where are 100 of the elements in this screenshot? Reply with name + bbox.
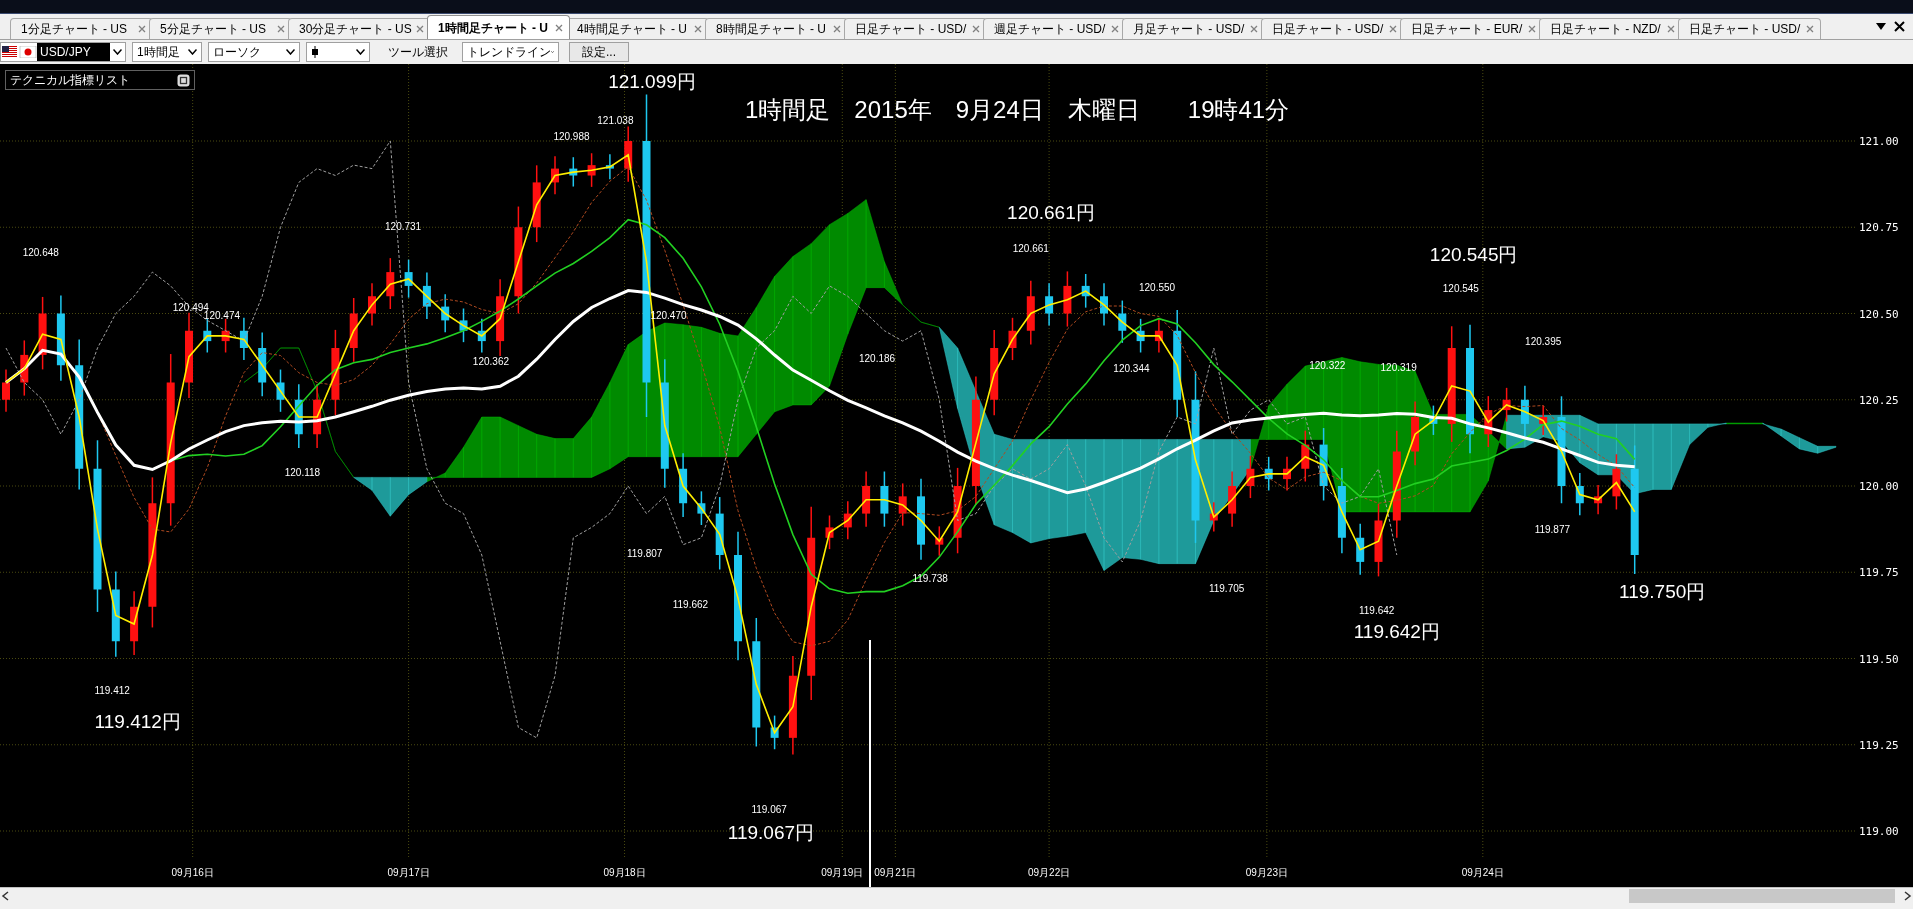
candlestick <box>551 155 559 195</box>
price-label: 120.648 <box>22 247 59 259</box>
axis-label: 09月22日 <box>1027 867 1071 878</box>
price-label: 120.731 <box>385 220 422 232</box>
candlestick <box>1612 453 1621 511</box>
candlestick <box>605 153 614 181</box>
candlestick <box>1100 282 1108 327</box>
candlestick <box>294 383 303 449</box>
candlestick <box>880 470 889 528</box>
candlestick <box>587 152 596 188</box>
chart-type-select[interactable]: ローソク <box>208 42 300 62</box>
candlestick <box>679 452 688 518</box>
candlestick <box>1026 280 1035 346</box>
candlestick <box>935 525 944 557</box>
candlestick <box>1209 501 1218 533</box>
price-label: 119.662 <box>672 598 709 610</box>
scrollbar-thumb[interactable] <box>1629 888 1895 903</box>
candlestick <box>1063 270 1072 328</box>
candlestick <box>1136 318 1145 354</box>
candlestick <box>1539 404 1548 436</box>
candlestick <box>1008 317 1017 361</box>
candlestick <box>1045 282 1054 327</box>
candlestick-icon <box>311 46 319 58</box>
price-label: 120.545円 <box>1429 244 1518 266</box>
axis-label: 121.00 <box>1859 135 1899 148</box>
axis-label: 09月21日 <box>874 867 917 878</box>
caret-icon <box>113 49 122 55</box>
dropdown-icon[interactable] <box>1876 23 1886 30</box>
candlestick <box>898 482 907 527</box>
price-label: 119.750円 <box>1619 581 1706 603</box>
axis-label: 09月24日 <box>1461 867 1504 878</box>
candlestick <box>1520 385 1529 438</box>
price-label: 120.319 <box>1380 362 1417 374</box>
candlestick <box>239 317 248 361</box>
price-label: 119.807 <box>626 548 663 560</box>
candlestick <box>459 307 468 343</box>
candlestick <box>1411 400 1420 467</box>
candlestick <box>770 714 779 750</box>
settings-button[interactable]: 設定... <box>569 42 629 62</box>
candlestick <box>1575 472 1584 517</box>
candlestick <box>221 318 230 354</box>
price-label: 121.099円 <box>608 71 696 93</box>
candlestick <box>624 125 633 183</box>
candlestick <box>313 383 322 449</box>
price-label: 119.412円 <box>94 710 181 732</box>
candlestick <box>1264 456 1273 492</box>
axis-label: 119.00 <box>1859 825 1899 838</box>
tool-select[interactable]: トレンドライン <box>462 42 559 62</box>
axis-label: 09月18日 <box>603 867 646 878</box>
candlestick <box>1228 470 1237 528</box>
price-label: 119.067 <box>751 804 787 816</box>
candlestick <box>1502 387 1511 423</box>
candlestick <box>477 318 486 354</box>
candlestick <box>203 318 212 354</box>
price-label: 120.988 <box>553 130 590 142</box>
candlestick <box>276 368 285 413</box>
caret-icon <box>356 49 365 55</box>
candlestick <box>349 297 358 363</box>
price-label: 120.118 <box>284 466 321 478</box>
tool-label: ツール選択 <box>388 44 448 61</box>
price-label: 119.705 <box>1208 583 1245 595</box>
caret-icon <box>286 49 295 55</box>
candlestick <box>1081 273 1090 309</box>
candle-style-select[interactable] <box>306 42 370 62</box>
candlestick <box>697 490 706 526</box>
candlestick <box>130 590 139 656</box>
candlestick <box>1484 395 1493 448</box>
axis-label: 119.50 <box>1859 652 1899 666</box>
axis-label: 09月16日 <box>171 867 214 878</box>
candlestick <box>843 500 852 540</box>
candlestick <box>825 514 834 550</box>
candlestick <box>441 293 450 333</box>
chart-tab[interactable]: 1時間足チャート - U <box>427 15 570 39</box>
price-label: 121.038 <box>597 114 634 126</box>
price-label: 120.322 <box>1309 360 1346 372</box>
price-label: 120.661円 <box>1007 201 1095 223</box>
candlestick <box>1429 404 1438 436</box>
axis-label: 120.75 <box>1859 221 1899 235</box>
panel-toggle-icon[interactable] <box>177 73 190 87</box>
chart-tab[interactable]: 日足チャート - USD/ <box>1678 18 1821 39</box>
price-label: 120.344 <box>1113 363 1150 375</box>
candlestick <box>258 331 267 398</box>
axis-label: 119.75 <box>1859 566 1899 580</box>
price-label: 120.186 <box>859 352 896 364</box>
price-label: 120.550 <box>1139 282 1176 294</box>
candlestick <box>1356 523 1365 576</box>
axis-label: 120.00 <box>1859 480 1899 493</box>
currency-pair-select[interactable]: USD/JPY <box>0 42 126 62</box>
price-label: 120.395 <box>1525 335 1562 347</box>
price-label: 120.661 <box>1012 243 1049 255</box>
candlestick <box>1301 429 1310 483</box>
price-label: 119.412 <box>94 685 130 697</box>
candlestick <box>404 258 413 299</box>
candlestick <box>1246 455 1255 499</box>
axis-label: 119.25 <box>1859 738 1899 752</box>
timeframe-select[interactable]: 1時間足 <box>132 42 202 62</box>
candlestick <box>20 339 29 397</box>
close-icon[interactable] <box>1894 21 1905 32</box>
price-label: 120.545 <box>1442 283 1479 295</box>
price-label: 119.642円 <box>1353 620 1440 642</box>
